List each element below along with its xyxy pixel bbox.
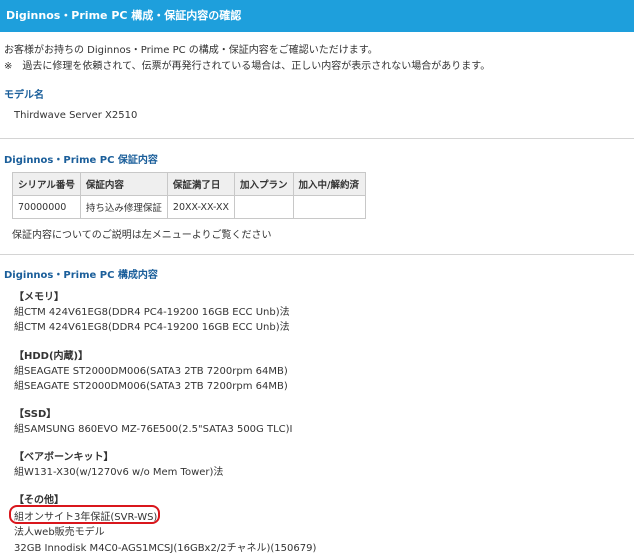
config-item: 組CTM 424V61EG8(DDR4 PC4-19200 16GB ECC U…: [14, 307, 290, 318]
config-item: 法人web販売モデル: [14, 527, 105, 538]
config-heading: Diginnos・Prime PC 構成内容: [4, 270, 158, 281]
config-item: 組CTM 424V61EG8(DDR4 PC4-19200 16GB ECC U…: [14, 322, 290, 333]
intro-note: ※ 過去に修理を依頼されて、伝票が再発行されている場合は、正しい内容が表示されな…: [4, 61, 491, 72]
config-section-title-memory: 【メモリ】: [14, 292, 64, 303]
model-name-value: Thirdwave Server X2510: [14, 110, 138, 121]
config-item: 組SEAGATE ST2000DM006(SATA3 2TB 7200rpm 6…: [14, 366, 288, 377]
cell-serial-number: 70000000: [12, 195, 81, 219]
config-item: 32GB Innodisk M4C0-AGS1MCSJ(16GBx2/2チャネル…: [14, 543, 317, 554]
cell-warranty-expiry: 20XX-XX-XX: [166, 195, 236, 219]
cell-plan: [234, 195, 294, 219]
config-section-title-barebone: 【ベアボーンキット】: [14, 452, 114, 463]
cell-warranty-type: 持ち込み修理保証: [79, 195, 168, 219]
warranty-note: 保証内容についてのご説明は左メニューよりご覧ください: [12, 230, 272, 241]
model-heading: モデル名: [4, 90, 44, 101]
page-title: Diginnos・Prime PC 構成・保証内容の確認: [6, 9, 242, 22]
config-item: 組W131-X30(w/1270v6 w/o Mem Tower)法: [14, 467, 224, 478]
warranty-heading: Diginnos・Prime PC 保証内容: [4, 155, 158, 166]
warranty-table: シリアル番号 保証内容 保証満了日 加入プラン 加入中/解約済 70000000…: [12, 172, 366, 219]
highlight-annotation: [9, 505, 160, 524]
col-serial-number: シリアル番号: [12, 172, 81, 196]
col-plan: 加入プラン: [234, 172, 294, 196]
config-section-title-ssd: 【SSD】: [14, 409, 57, 420]
col-warranty-type: 保証内容: [79, 172, 168, 196]
section-divider: [0, 138, 634, 139]
config-section-title-hdd: 【HDD(内蔵)】: [14, 351, 89, 362]
page-header: Diginnos・Prime PC 構成・保証内容の確認: [0, 0, 634, 32]
warranty-table-header-row: シリアル番号 保証内容 保証満了日 加入プラン 加入中/解約済: [12, 172, 366, 196]
col-status: 加入中/解約済: [292, 172, 366, 196]
intro-text: お客様がお持ちの Diginnos・Prime PC の構成・保証内容をご確認い…: [4, 45, 378, 56]
table-row: 70000000 持ち込み修理保証 20XX-XX-XX: [12, 195, 366, 219]
config-item: 組SEAGATE ST2000DM006(SATA3 2TB 7200rpm 6…: [14, 381, 288, 392]
config-section-title-other: 【その他】: [14, 495, 64, 506]
cell-status: [292, 195, 366, 219]
col-warranty-expiry: 保証満了日: [166, 172, 236, 196]
section-divider: [0, 254, 634, 255]
config-item: 組SAMSUNG 860EVO MZ-76E500(2.5"SATA3 500G…: [14, 424, 293, 435]
